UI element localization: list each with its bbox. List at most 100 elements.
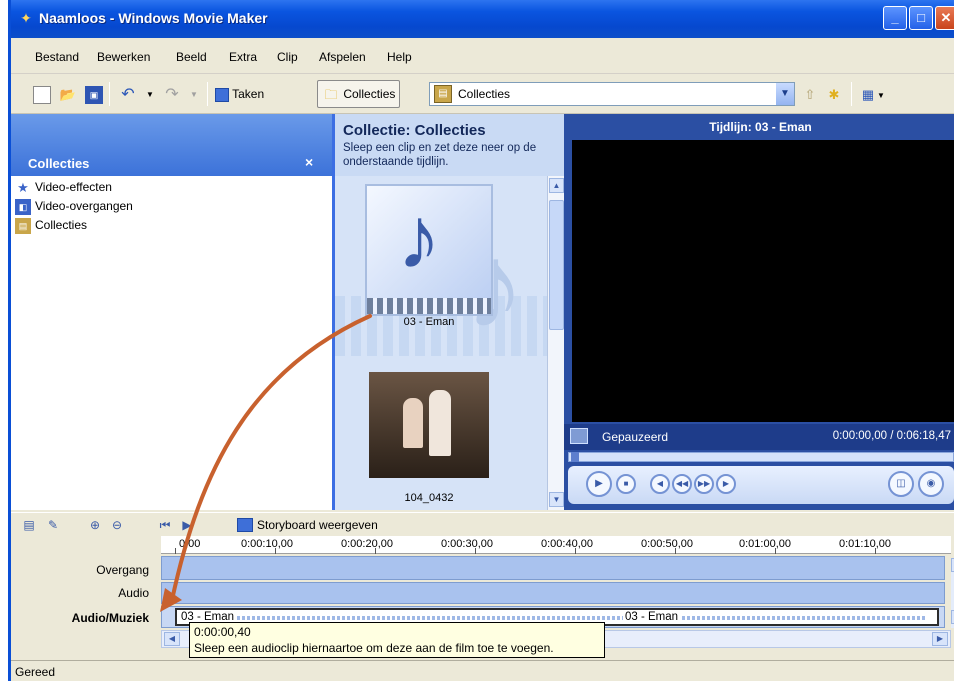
playback-controls: ▶ ■ ◀ ◀◀ ▶▶ ▶ ◫ ◉	[568, 466, 954, 504]
menu-clip[interactable]: Clip	[277, 50, 298, 64]
chevron-down-icon[interactable]: ▼	[776, 83, 794, 105]
tooltip-time: 0:00:00,40	[194, 625, 251, 639]
ruler-tick	[375, 548, 376, 554]
play-timeline-icon[interactable]: ▶	[179, 517, 195, 533]
timeline-ruler[interactable]: 0,00 0:00:10,00 0:00:20,00 0:00:30,00 0:…	[161, 536, 951, 554]
split-clip-icon[interactable]: ◫	[888, 471, 914, 497]
toolbar: 📂 ▣ ↶ ▼ ↷ ▼ Taken 🗀 Collecties ▤ Collect…	[11, 74, 954, 114]
play-icon[interactable]: ▶	[586, 471, 612, 497]
title-bar[interactable]: ✦ Naamloos - Windows Movie Maker _ □ ✕	[11, 0, 954, 38]
movie-maker-icon: ✦	[20, 10, 32, 26]
zoom-in-icon[interactable]: ⊕	[87, 517, 103, 533]
close-button[interactable]: ✕	[935, 6, 954, 30]
transition-track[interactable]	[161, 556, 945, 580]
previous-frame-icon[interactable]: ◀	[650, 474, 670, 494]
clip-thumbnail-video[interactable]	[369, 372, 489, 478]
ruler-tick	[675, 548, 676, 554]
clip-thumbnail-audio[interactable]: ♪	[365, 184, 493, 316]
collections-dropdown[interactable]: ▤ Collecties ▼	[429, 82, 795, 106]
undo-icon[interactable]: ↶	[119, 82, 137, 106]
playback-time: 0:00:00,00 / 0:06:18,47	[832, 430, 951, 442]
redo-dropdown-icon[interactable]: ▼	[185, 82, 203, 106]
ruler-tick	[875, 548, 876, 554]
new-folder-icon[interactable]: ✱	[825, 82, 843, 106]
main-window: ✦ Naamloos - Windows Movie Maker _ □ ✕ B…	[8, 0, 954, 681]
take-picture-icon[interactable]: ◉	[918, 471, 944, 497]
ruler-label: 0:01:00,00	[739, 538, 791, 550]
collections-dropdown-value: Collecties	[458, 87, 511, 101]
collections-tree-panel: Collecties × ★ Video-effecten ◧ Video-over…	[11, 114, 335, 510]
storyboard-toggle[interactable]: Storyboard weergeven	[257, 518, 378, 532]
redo-icon[interactable]: ↷	[163, 82, 181, 106]
tree-item-video-effects[interactable]: ★ Video-effecten	[15, 178, 112, 196]
scroll-left-icon[interactable]: ◀	[164, 632, 180, 646]
track-label-audio-music: Audio/Muziek	[71, 611, 149, 625]
filmstrip-border	[367, 298, 491, 314]
scroll-thumb[interactable]	[549, 200, 564, 330]
preview-title: Tijdlijn: 03 - Eman	[709, 120, 812, 134]
toolbar-separator	[109, 82, 110, 106]
menu-extra[interactable]: Extra	[229, 50, 257, 64]
ruler-tick	[175, 548, 176, 554]
scroll-up-icon[interactable]: ▲	[549, 178, 564, 193]
fast-forward-icon[interactable]: ▶▶	[694, 474, 714, 494]
menu-help[interactable]: Help	[387, 50, 412, 64]
maximize-button[interactable]: □	[909, 6, 933, 30]
audio-track[interactable]	[161, 582, 945, 604]
ruler-label: 0:00:10,00	[241, 538, 293, 550]
tree-item-collections[interactable]: ▤ Collecties	[15, 216, 87, 234]
music-note-icon: ♪	[397, 188, 441, 287]
tasks-icon	[215, 87, 229, 102]
ruler-tick	[275, 548, 276, 554]
menu-afspelen[interactable]: Afspelen	[319, 50, 366, 64]
new-project-icon[interactable]	[33, 82, 51, 106]
thumbnail-figure	[429, 390, 451, 456]
scroll-right-icon[interactable]: ▶	[932, 632, 948, 646]
window-title: Naamloos - Windows Movie Maker	[39, 10, 268, 26]
ruler-label: 0:00:50,00	[641, 538, 693, 550]
rewind-timeline-icon[interactable]: ⏮	[157, 517, 173, 533]
collections-label: Collecties	[343, 87, 396, 101]
close-icon[interactable]: ×	[305, 154, 313, 170]
menu-bewerken[interactable]: Bewerken	[97, 50, 150, 64]
open-project-icon[interactable]: 📂	[59, 82, 77, 106]
views-icon[interactable]: ▦ ▼	[859, 82, 885, 106]
screen-icon	[570, 428, 588, 444]
seek-bar[interactable]	[568, 452, 954, 462]
ruler-tick	[475, 548, 476, 554]
tooltip-text: Sleep een audioclip hiernaartoe om deze …	[194, 641, 554, 655]
collections-button[interactable]: 🗀 Collecties	[317, 80, 401, 108]
toolbar-separator	[207, 82, 208, 106]
tasks-button[interactable]: Taken	[215, 82, 264, 106]
undo-dropdown-icon[interactable]: ▼	[141, 82, 159, 106]
tree-item-video-transitions[interactable]: ◧ Video-overgangen	[15, 197, 133, 215]
next-frame-icon[interactable]: ▶	[716, 474, 736, 494]
tree-item-label: Video-effecten	[35, 180, 112, 194]
minimize-button[interactable]: _	[883, 6, 907, 30]
collection-scrollbar[interactable]: ▲ ▼	[547, 176, 564, 510]
storyboard-icon[interactable]	[237, 518, 253, 532]
tree-item-label: Collecties	[35, 218, 88, 232]
up-folder-icon[interactable]: ⇧	[801, 82, 819, 106]
ruler-label: 0:01:10,00	[839, 538, 891, 550]
stop-icon[interactable]: ■	[616, 474, 636, 494]
microphone-icon[interactable]: ✎	[45, 517, 61, 533]
rewind-icon[interactable]: ◀◀	[672, 474, 692, 494]
seek-handle[interactable]	[571, 452, 579, 462]
ruler-label: 0:00:40,00	[541, 538, 593, 550]
track-label-transition: Overgang	[96, 563, 149, 577]
ruler-tick	[775, 548, 776, 554]
collection-description: Sleep een clip en zet deze neer op de on…	[343, 142, 537, 168]
menu-beeld[interactable]: Beeld	[176, 50, 207, 64]
scroll-down-icon[interactable]: ▼	[549, 492, 564, 507]
menu-bestand[interactable]: Bestand	[35, 50, 79, 64]
audio-clip-label: 03 - Eman	[623, 610, 681, 624]
save-icon[interactable]: ▣	[85, 82, 103, 106]
clip-thumbnail-area: ♪ ♪ 03 - Eman 104_0432	[335, 176, 547, 510]
collection-title: Collectie: Collecties	[343, 122, 486, 139]
playback-status: Gepauzeerd	[602, 430, 669, 444]
tree-item-label: Video-overgangen	[35, 199, 133, 213]
narrate-timeline-icon[interactable]: ▤	[21, 517, 37, 533]
zoom-out-icon[interactable]: ⊖	[109, 517, 125, 533]
star-icon: ★	[17, 179, 29, 195]
